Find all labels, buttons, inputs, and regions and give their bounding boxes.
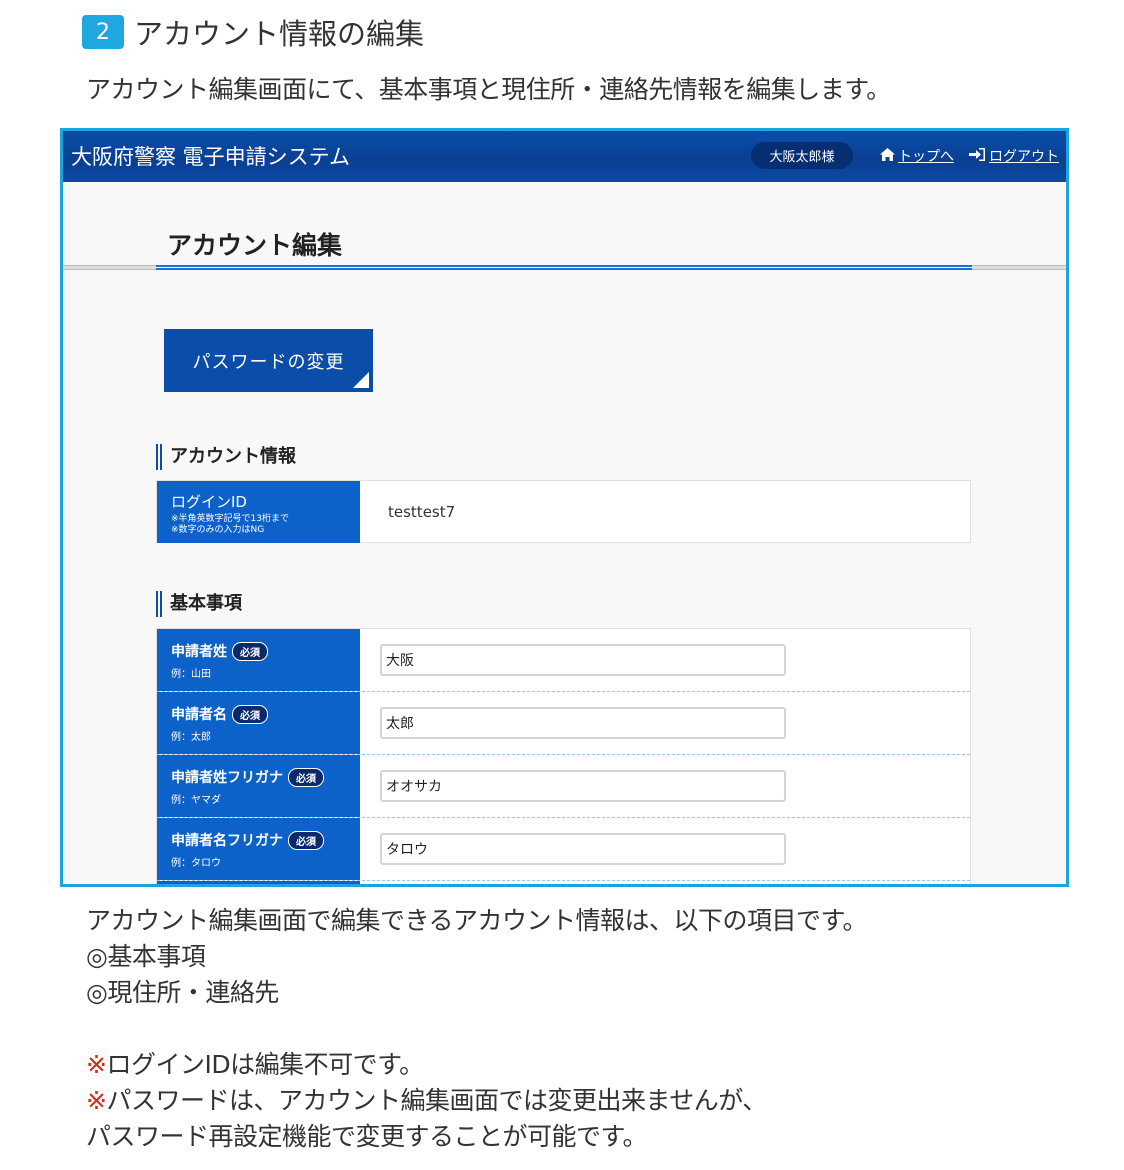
first-name-kana-input[interactable]: タロウ (380, 833, 786, 865)
app-title: 大阪府警察 電子申請システム (71, 145, 351, 169)
logout-icon (969, 147, 986, 165)
login-id-note-2: ※数字のみの入力はNG (171, 525, 265, 535)
required-badge: 必須 (288, 830, 324, 850)
login-id-label: ログインID (171, 493, 247, 511)
required-badge: 必須 (232, 641, 268, 661)
nav-top-link[interactable]: トップへ (880, 146, 954, 166)
warning-password: パスワードは、アカウント編集画面では変更出来ませんが、 (106, 1086, 767, 1115)
change-password-label: パスワードの変更 (192, 351, 345, 373)
page-content: アカウント編集 パスワードの変更 アカウント情報 ログインID ※半角英数字記号… (63, 182, 1066, 884)
login-id-label-cell: ログインID ※半角英数字記号で13桁まで ※数字のみの入力はNG (157, 481, 360, 543)
step-number-badge: 2 (82, 15, 124, 49)
field-label: 申請者名 (171, 707, 227, 723)
field-label: 申請者姓 (171, 644, 227, 660)
screenshot-frame: 大阪府警察 電子申請システム 大阪太郎様 トップへ ログアウト アカウント編集 … (60, 128, 1069, 887)
account-info-table: ログインID ※半角英数字記号で13桁まで ※数字のみの入力はNG testte… (156, 480, 971, 543)
field-example: 例：山田 (171, 669, 211, 680)
app-header: 大阪府警察 電子申請システム 大阪太郎様 トップへ ログアウト (63, 131, 1066, 182)
notes-line: アカウント編集画面で編集できるアカウント情報は、以下の項目です。 (86, 906, 868, 935)
field-label-cell: 申請者名フリガナ 必須 例：タロウ (157, 818, 360, 880)
login-id-note-1: ※半角英数字記号で13桁まで (171, 514, 289, 524)
field-example: 例：タロウ (171, 858, 221, 869)
step-heading: 2 アカウント情報の編集 (82, 12, 424, 52)
login-id-value: testtest7 (388, 503, 456, 521)
corner-triangle-icon (353, 372, 369, 388)
home-icon (880, 147, 895, 165)
first-name-input[interactable]: 太郎 (380, 707, 786, 739)
title-divider-accent (156, 265, 972, 270)
notes-item-address: ◎現住所・連絡先 (86, 978, 279, 1007)
warning-password-cont: パスワード再設定機能で変更することが可能です。 (86, 1122, 648, 1151)
account-info-heading: アカウント情報 (156, 444, 296, 470)
login-id-row: ログインID ※半角英数字記号で13桁まで ※数字のみの入力はNG testte… (157, 481, 970, 543)
page-title: アカウント編集 (167, 231, 343, 260)
notes: アカウント編集画面で編集できるアカウント情報は、以下の項目です。 ◎基本事項 ◎… (86, 903, 868, 1155)
field-label-cell: 申請者姓 必須 例：山田 (157, 629, 360, 691)
field-example: 例：太郎 (171, 732, 211, 743)
field-example: 例：ヤマダ (171, 795, 221, 806)
warning-login-id: ログインIDは編集不可です。 (106, 1050, 424, 1079)
table-row: 申請者姓 必須 例：山田 大阪 (157, 629, 970, 692)
table-row (157, 881, 970, 884)
nav-top-label: トップへ (898, 149, 954, 165)
nav-logout-label: ログアウト (989, 149, 1059, 165)
table-row: 申請者名 必須 例：太郎 太郎 (157, 692, 970, 755)
field-label: 申請者姓フリガナ (171, 770, 283, 786)
basic-info-heading: 基本事項 (156, 591, 242, 617)
nav-logout-link[interactable]: ログアウト (969, 146, 1059, 166)
last-name-input[interactable]: 大阪 (380, 644, 786, 676)
basic-info-table: 申請者姓 必須 例：山田 大阪 申請者名 必須 例：太郎 太郎 申請者姓フリガナ 必須… (156, 628, 971, 884)
required-badge: 必須 (288, 767, 324, 787)
warning-mark: ※ (86, 1050, 107, 1079)
step-title: アカウント情報の編集 (134, 17, 425, 51)
warning-mark: ※ (86, 1086, 107, 1115)
table-row: 申請者名フリガナ 必須 例：タロウ タロウ (157, 818, 970, 881)
intro-text: アカウント編集画面にて、基本事項と現住所・連絡先情報を編集します。 (86, 75, 891, 104)
change-password-button[interactable]: パスワードの変更 (164, 329, 373, 392)
field-label: 申請者名フリガナ (171, 833, 283, 849)
table-row: 申請者姓フリガナ 必須 例：ヤマダ オオサカ (157, 755, 970, 818)
required-badge: 必須 (232, 704, 268, 724)
login-id-value-cell: testtest7 (360, 481, 970, 543)
user-name-badge: 大阪太郎様 (751, 142, 853, 169)
notes-item-basic: ◎基本事項 (86, 942, 206, 971)
field-label-cell: 申請者姓フリガナ 必須 例：ヤマダ (157, 755, 360, 817)
field-label-cell: 申請者名 必須 例：太郎 (157, 692, 360, 754)
last-name-kana-input[interactable]: オオサカ (380, 770, 786, 802)
